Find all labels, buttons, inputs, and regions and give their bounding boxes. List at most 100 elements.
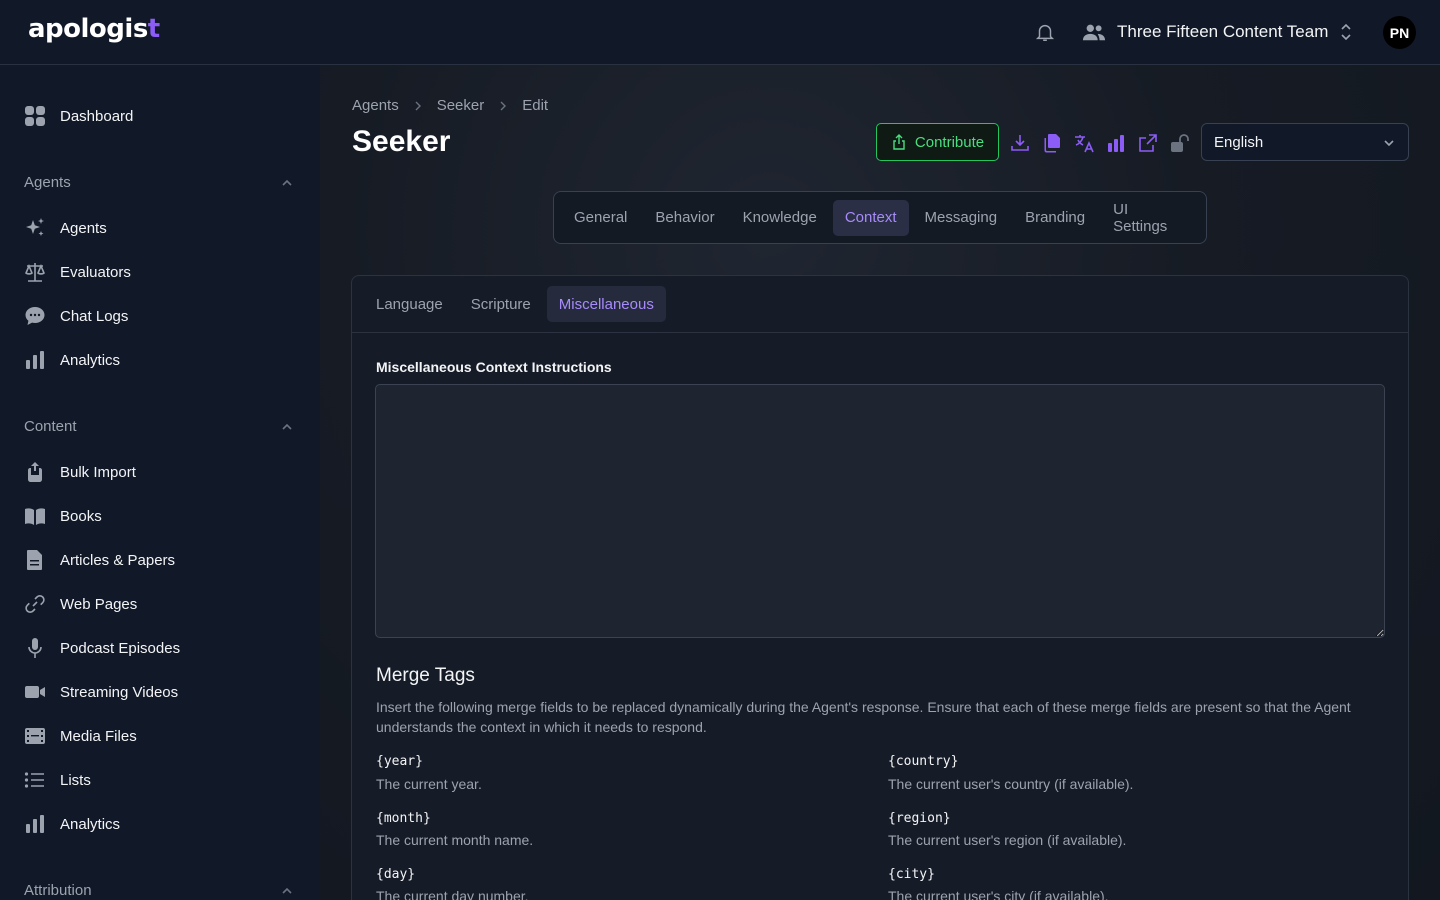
chevron-up-icon[interactable] bbox=[280, 420, 294, 434]
breadcrumb-edit: Edit bbox=[522, 97, 549, 114]
film-icon bbox=[25, 728, 45, 744]
upload-hand-icon bbox=[28, 462, 42, 482]
sidebar-item-label: Lists bbox=[60, 771, 91, 789]
sidebar-item-label: Podcast Episodes bbox=[60, 639, 181, 657]
analytics-icon[interactable] bbox=[1106, 133, 1126, 153]
section-title: Attribution bbox=[24, 882, 92, 899]
contribute-button[interactable]: Contribute bbox=[876, 123, 999, 161]
merge-tag-year-desc: The current year. bbox=[376, 776, 482, 792]
sidebar-item-label: Streaming Videos bbox=[60, 683, 179, 701]
sidebar-item-podcasts[interactable]: Podcast Episodes bbox=[24, 634, 180, 662]
external-link-icon[interactable] bbox=[1138, 133, 1158, 153]
context-card: Language Scripture Miscellaneous Miscell… bbox=[351, 275, 1409, 900]
sidebar-item-web-pages[interactable]: Web Pages bbox=[24, 590, 137, 618]
merge-tag-country-desc: The current user's country (if available… bbox=[888, 776, 1134, 792]
sidebar-item-label: Analytics bbox=[60, 815, 121, 833]
sidebar-item-label: Agents bbox=[60, 219, 107, 237]
sidebar-item-agents[interactable]: Agents bbox=[24, 214, 107, 242]
team-switcher-label[interactable]: Three Fifteen Content Team bbox=[1117, 22, 1328, 42]
misc-context-textarea[interactable] bbox=[375, 384, 1385, 638]
breadcrumb-agents[interactable]: Agents bbox=[352, 97, 399, 114]
sidebar-item-content-analytics[interactable]: Analytics bbox=[24, 810, 120, 838]
bar-chart-icon bbox=[26, 815, 44, 833]
sidebar: Dashboard Agents Agents Evaluators Chat … bbox=[0, 65, 320, 900]
download-icon[interactable] bbox=[1010, 133, 1030, 153]
sidebar-item-evaluators[interactable]: Evaluators bbox=[24, 258, 131, 286]
chat-bubble-icon bbox=[25, 307, 45, 325]
merge-tag-region-desc: The current user's region (if available)… bbox=[888, 832, 1127, 848]
section-header-content[interactable]: Content bbox=[24, 418, 294, 435]
subtab-language[interactable]: Language bbox=[364, 286, 455, 322]
sidebar-item-chat-logs[interactable]: Chat Logs bbox=[24, 302, 128, 330]
team-icon bbox=[1082, 24, 1106, 41]
tab-messaging[interactable]: Messaging bbox=[913, 200, 1010, 236]
misc-context-label: Miscellaneous Context Instructions bbox=[376, 359, 612, 375]
merge-tag-country: {country} bbox=[888, 754, 959, 769]
tab-knowledge[interactable]: Knowledge bbox=[731, 200, 829, 236]
copy-icon[interactable] bbox=[1042, 133, 1062, 153]
chevron-right-icon bbox=[500, 101, 507, 110]
section-title: Content bbox=[24, 418, 77, 435]
section-header-agents[interactable]: Agents bbox=[24, 174, 294, 191]
avatar[interactable]: PN bbox=[1383, 16, 1416, 49]
merge-tag-year: {year} bbox=[376, 754, 423, 769]
merge-tag-region: {region} bbox=[888, 811, 951, 826]
chevron-up-icon[interactable] bbox=[280, 884, 294, 898]
tab-behavior[interactable]: Behavior bbox=[643, 200, 726, 236]
section-title: Agents bbox=[24, 174, 71, 191]
dashboard-icon bbox=[25, 106, 45, 126]
merge-tag-city-desc: The current user's city (if available). bbox=[888, 888, 1109, 900]
video-camera-icon bbox=[25, 686, 45, 698]
bar-chart-icon bbox=[26, 351, 44, 369]
sidebar-item-bulk-import[interactable]: Bulk Import bbox=[24, 458, 136, 486]
tab-ui-settings[interactable]: UI Settings bbox=[1101, 200, 1198, 236]
breadcrumb: Agents Seeker Edit bbox=[352, 97, 548, 114]
tab-branding[interactable]: Branding bbox=[1013, 200, 1097, 236]
document-icon bbox=[27, 550, 42, 570]
sidebar-item-agent-analytics[interactable]: Analytics bbox=[24, 346, 120, 374]
language-select[interactable]: English bbox=[1201, 123, 1409, 161]
sparkles-icon bbox=[26, 218, 44, 236]
sidebar-item-books[interactable]: Books bbox=[24, 502, 102, 530]
sidebar-item-media-files[interactable]: Media Files bbox=[24, 722, 137, 750]
bell-icon[interactable] bbox=[1034, 21, 1056, 43]
chevron-up-icon[interactable] bbox=[280, 176, 294, 190]
sidebar-item-label: Evaluators bbox=[60, 263, 131, 281]
subtab-miscellaneous[interactable]: Miscellaneous bbox=[546, 286, 666, 322]
main-tabs: General Behavior Knowledge Context Messa… bbox=[553, 191, 1207, 244]
merge-tag-day-desc: The current day number. bbox=[376, 888, 529, 900]
translate-icon[interactable] bbox=[1074, 133, 1094, 153]
section-header-attribution[interactable]: Attribution bbox=[24, 882, 294, 899]
chevron-up-down-icon[interactable] bbox=[1339, 22, 1353, 42]
sidebar-item-label: Analytics bbox=[60, 351, 121, 369]
share-upload-icon bbox=[893, 134, 905, 150]
language-select-value: English bbox=[1214, 133, 1264, 151]
sidebar-item-lists[interactable]: Lists bbox=[24, 766, 91, 794]
apologist-logo[interactable]: apologist bbox=[28, 14, 160, 44]
contribute-label: Contribute bbox=[914, 133, 985, 151]
sidebar-item-articles[interactable]: Articles & Papers bbox=[24, 546, 175, 574]
subtab-scripture[interactable]: Scripture bbox=[459, 286, 543, 322]
main-content: Agents Seeker Edit Seeker Contribute Eng… bbox=[320, 65, 1440, 900]
breadcrumb-seeker[interactable]: Seeker bbox=[437, 97, 485, 114]
sidebar-item-videos[interactable]: Streaming Videos bbox=[24, 678, 178, 706]
merge-tag-day: {day} bbox=[376, 867, 416, 882]
lock-open-icon[interactable] bbox=[1170, 133, 1190, 153]
tab-general[interactable]: General bbox=[562, 200, 639, 236]
merge-tag-month-desc: The current month name. bbox=[376, 832, 534, 848]
sidebar-item-dashboard[interactable]: Dashboard bbox=[24, 102, 133, 130]
sidebar-item-label: Media Files bbox=[60, 727, 137, 745]
list-icon bbox=[24, 772, 44, 788]
scale-icon bbox=[25, 263, 45, 282]
sidebar-item-label: Web Pages bbox=[60, 595, 138, 613]
merge-tag-city: {city} bbox=[888, 867, 935, 882]
microphone-icon bbox=[28, 638, 42, 658]
merge-tags-title: Merge Tags bbox=[376, 665, 475, 686]
merge-tag-month: {month} bbox=[376, 811, 431, 826]
sidebar-item-label: Books bbox=[60, 507, 102, 525]
merge-tags-description: Insert the following merge fields to be … bbox=[376, 699, 1351, 735]
chevron-right-icon bbox=[415, 101, 421, 110]
sidebar-item-label: Dashboard bbox=[60, 107, 134, 125]
context-subtabs: Language Scripture Miscellaneous bbox=[352, 276, 1408, 333]
tab-context[interactable]: Context bbox=[832, 199, 909, 236]
